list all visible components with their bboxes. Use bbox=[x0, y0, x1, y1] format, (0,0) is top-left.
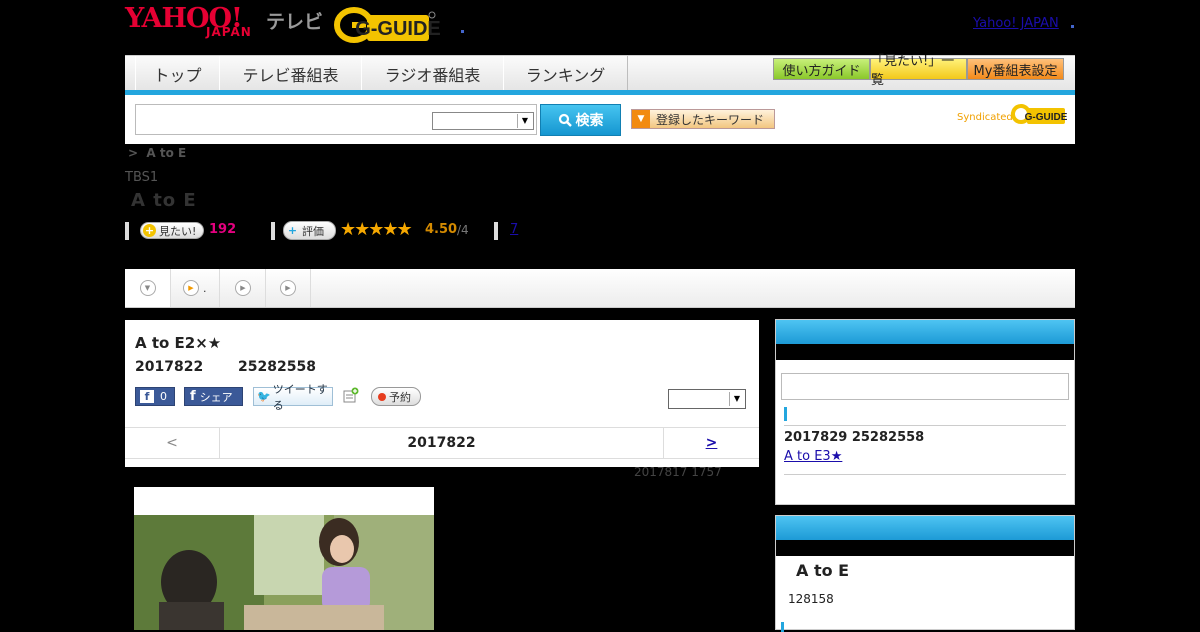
gguide-logo[interactable]: G-GUIDE bbox=[334, 5, 444, 43]
separator-bar bbox=[125, 222, 129, 240]
tab-episodes[interactable]: ▶ . bbox=[171, 269, 220, 307]
syndicated-logo-text: G-GUIDE bbox=[1025, 112, 1067, 123]
nav-tab-ranking[interactable]: ランキング bbox=[503, 56, 628, 91]
want-button[interactable]: + 見たい! bbox=[140, 222, 204, 239]
channel-name: TBS1 bbox=[125, 170, 159, 185]
facebook-share-button[interactable]: f シェア bbox=[184, 387, 243, 406]
yahoo-japan-link[interactable]: Yahoo! JAPAN bbox=[973, 16, 1059, 31]
separator-bar bbox=[271, 222, 275, 240]
review-count-link[interactable]: 7 bbox=[510, 222, 518, 237]
episode-photo bbox=[134, 487, 434, 630]
next-episode-date: 2017829 25282558 bbox=[784, 430, 925, 445]
updated-timestamp: 2017817 1757 bbox=[634, 465, 722, 479]
episode-time: 25282558 bbox=[238, 359, 316, 375]
divider-dot bbox=[1071, 25, 1074, 28]
tab-item[interactable]: ▶ bbox=[266, 269, 311, 307]
main-nav: トップ テレビ番組表 ラジオ番組表 ランキング 使い方ガイド 「見たい!」一覧 … bbox=[125, 54, 1075, 92]
episode-panel: A to E2×★ 2017822 25282558 f 0 f シェア 🐦 ツ… bbox=[125, 320, 759, 467]
divider bbox=[784, 425, 1066, 426]
separator-bar bbox=[494, 222, 498, 240]
star-rating-icon: ★★★★★ bbox=[340, 219, 413, 240]
tweet-button[interactable]: 🐦 ツイートする bbox=[253, 383, 333, 412]
tab-item[interactable]: ▶ bbox=[221, 269, 266, 307]
chevron-down-icon: ▼ bbox=[729, 392, 744, 406]
want-list-button[interactable]: 「見たい!」一覧 bbox=[870, 54, 967, 88]
breadcrumb: > A to E bbox=[128, 146, 186, 160]
saved-keywords-label: 登録したキーワード bbox=[656, 112, 765, 127]
yahoo-japan-logo-text: JAPAN bbox=[206, 25, 252, 39]
next-episode-box: 2017829 25282558 A to E3★ bbox=[775, 319, 1075, 505]
section-marker bbox=[781, 622, 784, 632]
program-title: A to E bbox=[131, 190, 197, 211]
play-icon: ▶ bbox=[235, 280, 251, 296]
divider-dot bbox=[461, 30, 464, 33]
syndicated-label: Syndicated bbox=[957, 112, 1013, 123]
nav-tab-radio-schedule[interactable]: ラジオ番組表 bbox=[361, 56, 504, 91]
tv-logo-text[interactable]: テレビ bbox=[266, 7, 323, 34]
plus-icon: + bbox=[143, 224, 156, 237]
want-button-label: 見たい! bbox=[159, 224, 197, 238]
search-icon bbox=[558, 113, 572, 127]
divider bbox=[784, 474, 1066, 475]
chevron-down-icon: ▼ bbox=[517, 114, 532, 128]
pager-next-link[interactable]: > bbox=[663, 428, 759, 458]
twitter-bird-icon: 🐦 bbox=[257, 390, 271, 403]
breadcrumb-separator: > bbox=[128, 146, 139, 160]
section-marker bbox=[784, 407, 787, 421]
syndicated-gguide-logo: G-GUIDE bbox=[1011, 104, 1067, 124]
pager-prev-button[interactable]: < bbox=[125, 428, 220, 458]
facebook-like-button[interactable]: f 0 bbox=[135, 387, 175, 406]
box-subheader bbox=[776, 344, 1074, 360]
program-tabs: ▼ ▶ . ▶ ▶ bbox=[125, 269, 1075, 308]
episode-title: A to E2×★ bbox=[135, 334, 222, 352]
nav-tab-top[interactable]: トップ bbox=[135, 56, 220, 91]
gguide-logo-text: G-GUIDE bbox=[355, 18, 441, 40]
box-header bbox=[776, 516, 1074, 540]
guide-button[interactable]: 使い方ガイド bbox=[773, 58, 870, 80]
rating-count: /4 bbox=[457, 223, 469, 237]
next-episode-link[interactable]: A to E3★ bbox=[784, 449, 842, 464]
rating-value: 4.50 bbox=[425, 222, 458, 237]
summary-title: A to E bbox=[796, 561, 850, 580]
my-schedule-button[interactable]: My番組表設定 bbox=[967, 58, 1064, 80]
tweet-label: ツイートする bbox=[272, 382, 328, 412]
sidebar-input[interactable] bbox=[781, 373, 1069, 400]
tab-episodes-label: . bbox=[203, 281, 207, 295]
rate-button[interactable]: + 評価 bbox=[283, 221, 336, 240]
record-reserve-button[interactable]: 予約 bbox=[371, 387, 421, 406]
record-reserve-label: 予約 bbox=[389, 390, 411, 404]
summary-number: 128158 bbox=[788, 592, 834, 606]
search-button-label: 検索 bbox=[575, 113, 604, 129]
play-icon: ▶ bbox=[183, 280, 199, 296]
triangle-down-icon: ▼ bbox=[632, 110, 650, 128]
add-bookmark-icon[interactable] bbox=[343, 387, 359, 403]
facebook-like-count: 0 bbox=[160, 390, 167, 403]
episode-date: 2017822 bbox=[135, 359, 204, 375]
breadcrumb-current: A to E bbox=[146, 146, 187, 160]
rate-button-label: 評価 bbox=[302, 224, 324, 238]
episode-pager: < 2017822 > bbox=[125, 427, 759, 459]
box-subheader bbox=[776, 540, 1074, 556]
chevron-down-icon: ▼ bbox=[139, 280, 156, 296]
search-bar: ▼ 検索 ▼ 登録したキーワード Syndicated G-GUIDE bbox=[125, 95, 1075, 144]
want-count: 192 bbox=[209, 222, 237, 237]
facebook-icon: f bbox=[190, 389, 196, 404]
search-button[interactable]: 検索 bbox=[540, 104, 621, 136]
program-summary-box: A to E 128158 bbox=[775, 515, 1075, 632]
play-icon: ▶ bbox=[280, 280, 296, 296]
tab-program-info[interactable]: ▼ bbox=[125, 269, 171, 307]
episode-select[interactable]: ▼ bbox=[668, 389, 746, 409]
record-icon bbox=[378, 392, 386, 401]
search-category-select[interactable]: ▼ bbox=[432, 112, 534, 130]
plus-icon: + bbox=[287, 224, 298, 237]
saved-keywords-button[interactable]: ▼ 登録したキーワード bbox=[631, 109, 775, 129]
facebook-share-label: シェア bbox=[199, 390, 233, 404]
facebook-icon: f bbox=[140, 390, 154, 403]
box-header bbox=[776, 320, 1074, 344]
pager-current-date: 2017822 bbox=[407, 435, 476, 451]
nav-tab-tv-schedule[interactable]: テレビ番組表 bbox=[219, 56, 362, 91]
